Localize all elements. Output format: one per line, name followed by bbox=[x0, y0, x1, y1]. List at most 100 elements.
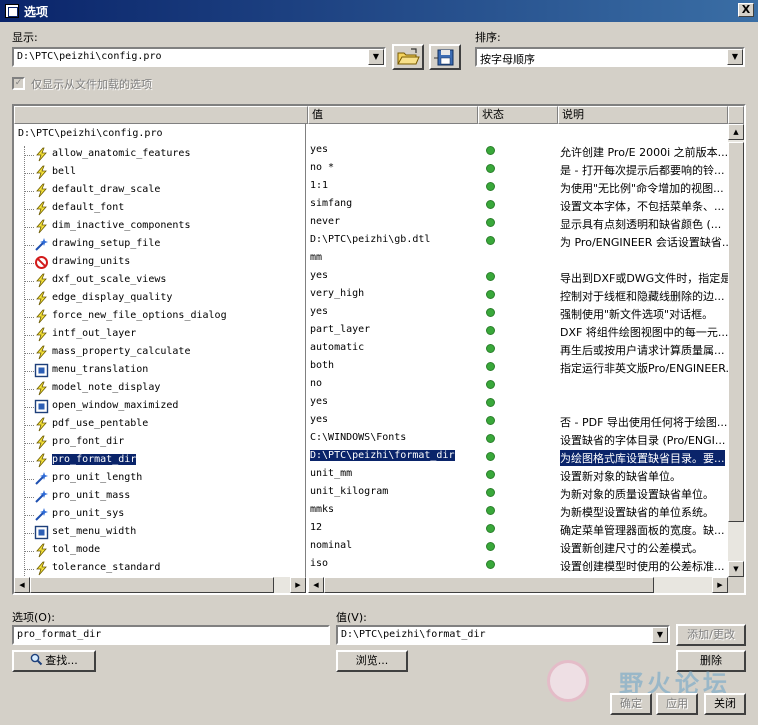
tree-root[interactable]: D:\PTC\peizhi\config.pro bbox=[18, 128, 163, 146]
option-detail-row[interactable]: nominal 设置新创建尺寸的公差模式。 bbox=[308, 538, 728, 556]
tree-option-row[interactable]: edge_display_quality bbox=[14, 290, 305, 308]
tree-connector bbox=[24, 281, 34, 282]
option-detail-row[interactable]: no bbox=[308, 376, 728, 394]
option-value-cell: mmks bbox=[310, 504, 335, 515]
option-name: default_font bbox=[52, 202, 125, 213]
sort-combo[interactable]: 按字母顺序 ▼ bbox=[475, 47, 745, 67]
tree-option-row[interactable]: intf_out_layer bbox=[14, 326, 305, 344]
scroll-right-button[interactable]: ▶ bbox=[712, 577, 728, 593]
tree-option-row[interactable]: bell bbox=[14, 164, 305, 182]
tree-option-row[interactable]: tol_mode bbox=[14, 542, 305, 560]
chevron-down-icon[interactable]: ▼ bbox=[368, 49, 384, 65]
scroll-left-button[interactable]: ◀ bbox=[14, 577, 30, 593]
option-name: dim_inactive_components bbox=[52, 220, 191, 231]
lightning-icon bbox=[34, 543, 49, 558]
option-value-cell: iso bbox=[310, 558, 329, 569]
option-detail-row[interactable]: yes bbox=[308, 394, 728, 412]
option-detail-row[interactable]: D:\PTC\peizhi\format_dir 为绘图格式库设置缺省目录。要..… bbox=[308, 448, 728, 466]
option-value-combo[interactable]: D:\PTC\peizhi\format_dir ▼ bbox=[336, 625, 670, 645]
close-button[interactable]: 关闭 bbox=[704, 693, 746, 715]
vertical-scroll-thumb[interactable] bbox=[728, 142, 744, 522]
tree-option-row[interactable]: allow_anatomic_features bbox=[14, 146, 305, 164]
scroll-down-button[interactable]: ▼ bbox=[728, 561, 744, 577]
option-description-cell: 再生后或按用户请求计算质量属... bbox=[560, 344, 725, 357]
tree-option-row[interactable]: dxf_out_scale_views bbox=[14, 272, 305, 290]
wand-icon bbox=[34, 507, 49, 522]
tree-option-row[interactable]: mass_property_calculate bbox=[14, 344, 305, 362]
header-option[interactable] bbox=[14, 106, 308, 124]
chevron-down-icon[interactable]: ▼ bbox=[727, 49, 743, 65]
tree-option-row[interactable]: pro_format_dir bbox=[14, 452, 305, 470]
option-detail-row[interactable]: yes 允许创建 Pro/E 2000i 之前版本... bbox=[308, 142, 728, 160]
option-value-cell: both bbox=[310, 360, 335, 371]
scroll-right-button[interactable]: ▶ bbox=[290, 577, 306, 593]
display-file-combo[interactable]: D:\PTC\peizhi\config.pro ▼ bbox=[12, 47, 386, 67]
loaded-only-checkbox[interactable]: ✓ bbox=[12, 77, 25, 90]
option-detail-row[interactable]: never 显示具有点刻透明和缺省颜色 (... bbox=[308, 214, 728, 232]
header-description[interactable]: 说明 bbox=[558, 106, 728, 124]
option-detail-row[interactable]: D:\PTC\peizhi\gb.dtl 为 Pro/ENGINEER 会话设置缺… bbox=[308, 232, 728, 250]
tree-option-row[interactable]: menu_translation bbox=[14, 362, 305, 380]
tree-option-row[interactable]: tolerance_standard bbox=[14, 560, 305, 577]
option-detail-row[interactable]: 12 确定菜单管理器面板的宽度。缺... bbox=[308, 520, 728, 538]
option-detail-row[interactable]: unit_mm 设置新对象的缺省单位。 bbox=[308, 466, 728, 484]
option-name: allow_anatomic_features bbox=[52, 148, 191, 159]
add-change-button[interactable]: 添加/更改 bbox=[676, 624, 746, 646]
browse-button[interactable]: 浏览... bbox=[336, 650, 408, 672]
tree-option-row[interactable]: set_menu_width bbox=[14, 524, 305, 542]
tree-option-row[interactable]: dim_inactive_components bbox=[14, 218, 305, 236]
tree-option-row[interactable]: default_draw_scale bbox=[14, 182, 305, 200]
option-detail-row[interactable]: very_high 控制对于线框和隐藏线删除的边... bbox=[308, 286, 728, 304]
tree-option-row[interactable]: pro_font_dir bbox=[14, 434, 305, 452]
option-value-cell: never bbox=[310, 216, 341, 227]
right-horizontal-scrollbar[interactable]: ◀ ▶ bbox=[308, 577, 728, 593]
status-ok-dot bbox=[486, 182, 495, 191]
tree-option-row[interactable]: open_window_maximized bbox=[14, 398, 305, 416]
option-detail-row[interactable]: simfang 设置文本字体，不包括菜单条、... bbox=[308, 196, 728, 214]
tree-option-row[interactable]: pdf_use_pentable bbox=[14, 416, 305, 434]
option-detail-row[interactable]: part_layer DXF 将组件绘图视图中的每一元... bbox=[308, 322, 728, 340]
option-name: menu_translation bbox=[52, 364, 149, 375]
option-detail-row[interactable]: C:\WINDOWS\Fonts 设置缺省的字体目录 (Pro/ENGI... bbox=[308, 430, 728, 448]
tree-option-row[interactable]: drawing_units bbox=[14, 254, 305, 272]
header-status[interactable]: 状态 bbox=[478, 106, 558, 124]
option-detail-row[interactable]: both 指定运行非英文版Pro/ENGINEER... bbox=[308, 358, 728, 376]
vertical-scrollbar[interactable]: ▲ ▼ bbox=[728, 124, 744, 577]
scroll-up-button[interactable]: ▲ bbox=[728, 124, 744, 140]
left-horizontal-scrollbar[interactable]: ◀ ▶ bbox=[14, 577, 306, 593]
chevron-down-icon[interactable]: ▼ bbox=[652, 627, 668, 643]
option-detail-row[interactable]: unit_kilogram 为新对象的质量设置缺省单位。 bbox=[308, 484, 728, 502]
option-detail-row[interactable]: iso 设置创建模型时使用的公差标准... bbox=[308, 556, 728, 574]
tree-option-row[interactable]: default_font bbox=[14, 200, 305, 218]
open-config-button[interactable] bbox=[392, 44, 424, 70]
option-detail-row[interactable]: automatic 再生后或按用户请求计算质量属... bbox=[308, 340, 728, 358]
tree-option-row[interactable]: force_new_file_options_dialog bbox=[14, 308, 305, 326]
tree-option-row[interactable]: pro_unit_mass bbox=[14, 488, 305, 506]
left-horizontal-thumb[interactable] bbox=[30, 577, 274, 593]
option-detail-row[interactable]: yes 否 - PDF 导出使用任何将于绘图... bbox=[308, 412, 728, 430]
option-description-cell: 为绘图格式库设置缺省目录。要... bbox=[560, 450, 725, 466]
tree-option-row[interactable]: drawing_setup_file bbox=[14, 236, 305, 254]
status-ok-dot bbox=[486, 326, 495, 335]
option-detail-row[interactable]: 1:1 为使用"无比例"命令增加的视图... bbox=[308, 178, 728, 196]
option-name-input[interactable]: pro_format_dir bbox=[12, 625, 330, 645]
option-detail-row[interactable]: no * 是 - 打开每次提示后都要响的铃... bbox=[308, 160, 728, 178]
options-table: 值 状态 说明 D:\PTC\peizhi\config.pro allow_a… bbox=[12, 104, 746, 595]
option-value-cell: unit_kilogram bbox=[310, 486, 389, 497]
option-value-text: D:\PTC\peizhi\format_dir bbox=[341, 629, 486, 640]
option-detail-row[interactable]: yes 强制使用"新文件选项"对话框。 bbox=[308, 304, 728, 322]
tree-option-row[interactable]: pro_unit_sys bbox=[14, 506, 305, 524]
ok-button[interactable]: 确定 bbox=[610, 693, 652, 715]
option-detail-row[interactable]: yes 导出到DXF或DWG文件时，指定是... bbox=[308, 268, 728, 286]
save-config-button[interactable] bbox=[429, 44, 461, 70]
option-detail-row[interactable]: mmks 为新模型设置缺省的单位系统。 bbox=[308, 502, 728, 520]
find-button[interactable]: 查找... bbox=[12, 650, 96, 672]
scroll-left-button[interactable]: ◀ bbox=[308, 577, 324, 593]
option-detail-row[interactable]: mm bbox=[308, 250, 728, 268]
tree-option-row[interactable]: model_note_display bbox=[14, 380, 305, 398]
close-window-button[interactable]: X bbox=[738, 3, 754, 17]
tree-option-row[interactable]: pro_unit_length bbox=[14, 470, 305, 488]
right-horizontal-thumb[interactable] bbox=[324, 577, 654, 593]
header-value[interactable]: 值 bbox=[308, 106, 478, 124]
apply-button[interactable]: 应用 bbox=[656, 693, 698, 715]
